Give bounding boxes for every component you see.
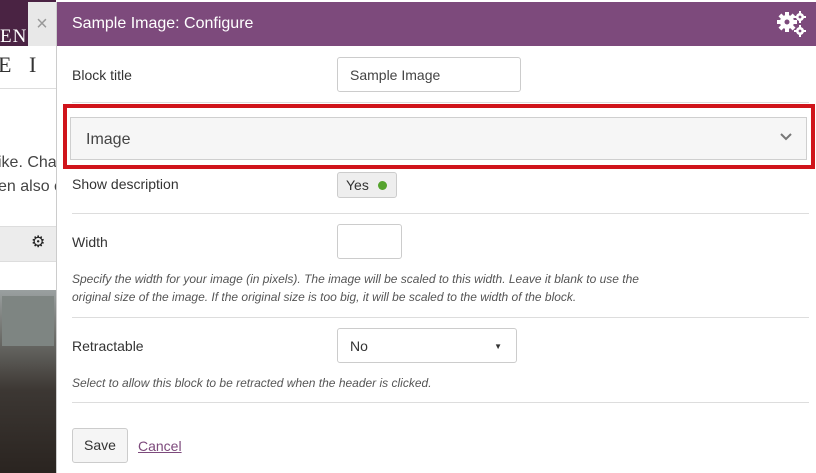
- divider: [72, 317, 809, 318]
- close-icon[interactable]: ×: [28, 2, 56, 46]
- background-text-line: en also c: [0, 178, 56, 195]
- divider: [72, 213, 809, 214]
- background-block-toolbar: [0, 226, 56, 262]
- block-title-input[interactable]: Sample Image: [337, 57, 521, 92]
- width-input[interactable]: [337, 224, 402, 259]
- dialog-title: Sample Image: Configure: [72, 15, 254, 32]
- background-text-line: ike. Cha: [0, 154, 56, 171]
- retractable-select[interactable]: No ▼: [337, 328, 517, 363]
- block-title-label: Block title: [72, 67, 132, 83]
- configure-dialog: Sample Image: Configure Block title Samp…: [56, 2, 816, 473]
- background-logo-subtext: E I: [0, 52, 43, 77]
- width-label: Width: [72, 234, 108, 250]
- divider: [72, 402, 809, 403]
- background-page: EN E I ike. Cha en also c ⚙ ×: [0, 0, 56, 473]
- dialog-header: Sample Image: Configure: [57, 2, 816, 46]
- background-divider: [0, 88, 56, 89]
- gear-icon[interactable]: ⚙: [31, 232, 45, 252]
- show-description-toggle[interactable]: Yes: [337, 172, 397, 198]
- photo-sign: [2, 296, 54, 346]
- retractable-label: Retractable: [72, 338, 144, 354]
- toggle-value: Yes: [346, 177, 369, 193]
- width-help-text: Specify the width for your image (in pix…: [72, 272, 639, 304]
- show-description-label: Show description: [72, 176, 179, 192]
- highlight-box: [63, 104, 815, 169]
- gears-icon: [777, 11, 806, 37]
- retractable-help-text: Select to allow this block to be retract…: [72, 376, 432, 390]
- caret-down-icon: ▼: [494, 342, 502, 351]
- save-button[interactable]: Save: [72, 428, 128, 463]
- divider: [72, 102, 809, 103]
- cancel-link[interactable]: Cancel: [138, 438, 182, 454]
- toggle-on-indicator: [378, 181, 387, 190]
- background-photo: [0, 290, 56, 473]
- background-logo-text: EN: [0, 26, 28, 47]
- retractable-selected-value: No: [350, 338, 368, 354]
